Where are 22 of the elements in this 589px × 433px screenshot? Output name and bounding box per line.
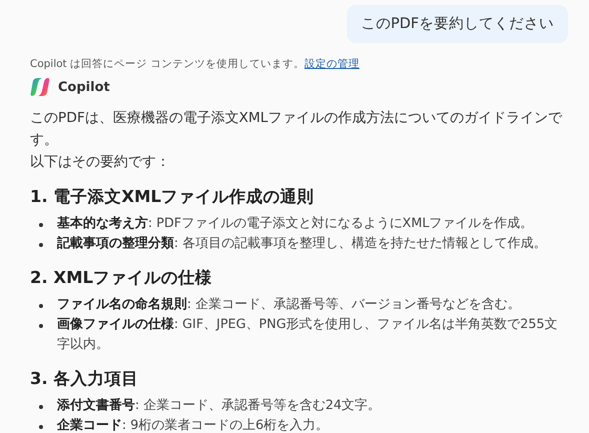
user-message: このPDFを要約してください — [346, 5, 568, 43]
section-heading: 2. XMLファイルの仕様 — [30, 267, 214, 289]
list-item-text: 添付文書番号: 企業コード、承認番号等を含む24文字。 — [57, 396, 381, 415]
intro-text: このPDFは、医療機器の電子添文XMLファイルの作成方法についてのガイドラインです。 — [30, 109, 564, 150]
copilot-logo-icon — [30, 77, 50, 97]
bullet-icon — [39, 304, 43, 308]
list-item-text: 記載事項の整理分類: 各項目の記載事項を整理し、構造を持たせた情報として作成。 — [57, 235, 546, 253]
intro-text: 以下はその要約です： — [30, 153, 171, 172]
bullet-icon — [39, 405, 43, 409]
settings-link[interactable]: 設定の管理 — [304, 58, 360, 70]
notice-text: Copilot は回答にページ コンテンツを使用しています。 — [30, 58, 304, 70]
section-heading: 3. 各入力項目 — [30, 368, 140, 390]
bullet-icon — [39, 425, 43, 429]
bullet-icon — [39, 243, 43, 247]
assistant-name: Copilot — [58, 80, 110, 94]
list-item-text: 画像ファイルの仕様: GIF、JPEG、PNG形式を使用し、ファイル名は半角英数で255文字以内。 — [57, 316, 559, 354]
list-item-text: 企業コード: 9桁の業者コードの上6桁を入力。 — [57, 417, 329, 433]
bullet-icon — [39, 223, 43, 227]
section-heading: 1. 電子添文XMLファイル作成の通則 — [30, 186, 316, 208]
list-item-text: ファイル名の命名規則: 企業コード、承認番号等、バージョン番号などを含む。 — [57, 296, 520, 314]
list-item-text: 基本的な考え方: PDFファイルの電子添文と対になるようにXMLファイルを作成。 — [57, 214, 534, 233]
bullet-icon — [39, 324, 43, 328]
